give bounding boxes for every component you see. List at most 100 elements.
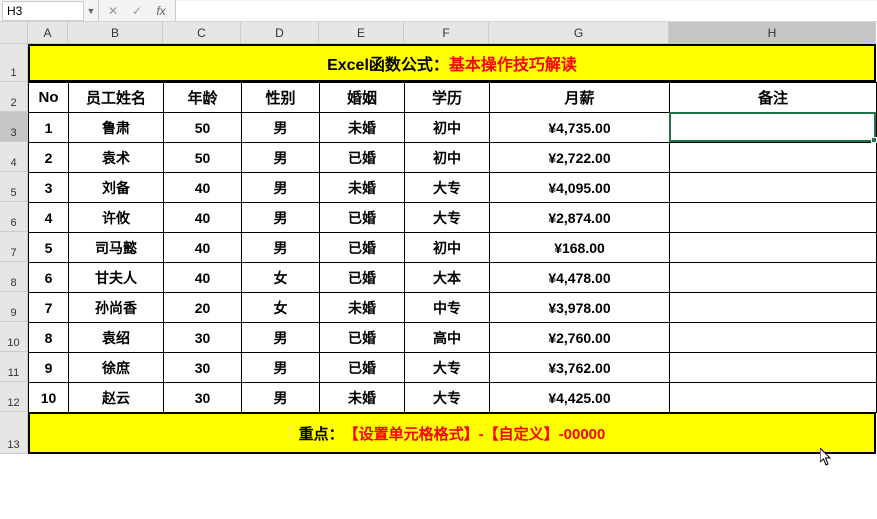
cell-salary[interactable]: ¥4,425.00 [490, 383, 670, 413]
cell-note[interactable] [670, 233, 877, 263]
cell-salary[interactable]: ¥2,874.00 [490, 203, 670, 233]
cell-gender[interactable]: 男 [242, 173, 320, 203]
cell-marital[interactable]: 未婚 [320, 113, 405, 143]
row-header-11[interactable]: 11 [0, 352, 28, 382]
cell-edu[interactable]: 大本 [405, 263, 490, 293]
cell-gender[interactable]: 女 [242, 263, 320, 293]
cell-age[interactable]: 30 [164, 353, 242, 383]
cell-name[interactable]: 赵云 [69, 383, 164, 413]
cell-no[interactable]: 10 [29, 383, 69, 413]
cell-no[interactable]: 6 [29, 263, 69, 293]
col-marital[interactable]: 婚姻 [320, 83, 405, 113]
cell-name[interactable]: 孙尚香 [69, 293, 164, 323]
cell-name[interactable]: 鲁肃 [69, 113, 164, 143]
cell-name[interactable]: 袁绍 [69, 323, 164, 353]
col-header-D[interactable]: D [241, 22, 319, 44]
cell-gender[interactable]: 男 [242, 203, 320, 233]
cell-gender[interactable]: 男 [242, 383, 320, 413]
cell-marital[interactable]: 已婚 [320, 353, 405, 383]
cell-no[interactable]: 5 [29, 233, 69, 263]
cell-edu[interactable]: 初中 [405, 143, 490, 173]
cell-salary[interactable]: ¥3,978.00 [490, 293, 670, 323]
cell-age[interactable]: 40 [164, 203, 242, 233]
col-header-B[interactable]: B [68, 22, 163, 44]
cell-note[interactable] [670, 353, 877, 383]
cell-marital[interactable]: 已婚 [320, 203, 405, 233]
cell-gender[interactable]: 女 [242, 293, 320, 323]
cell-no[interactable]: 9 [29, 353, 69, 383]
cell-edu[interactable]: 中专 [405, 293, 490, 323]
col-header-H[interactable]: H [669, 22, 876, 44]
col-gender[interactable]: 性别 [242, 83, 320, 113]
cell-salary[interactable]: ¥4,735.00 [490, 113, 670, 143]
cell-no[interactable]: 7 [29, 293, 69, 323]
cell-name[interactable]: 袁术 [69, 143, 164, 173]
title-row[interactable]: Excel函数公式： 基本操作技巧解读 [28, 44, 876, 82]
row-header-2[interactable]: 2 [0, 82, 28, 112]
cell-note[interactable] [670, 323, 877, 353]
cell-salary[interactable]: ¥4,478.00 [490, 263, 670, 293]
col-header-A[interactable]: A [28, 22, 68, 44]
cell-edu[interactable]: 大专 [405, 173, 490, 203]
cell-marital[interactable]: 未婚 [320, 173, 405, 203]
cell-no[interactable]: 4 [29, 203, 69, 233]
cell-note[interactable] [670, 113, 877, 143]
cell-gender[interactable]: 男 [242, 113, 320, 143]
cell-edu[interactable]: 初中 [405, 233, 490, 263]
cell-no[interactable]: 2 [29, 143, 69, 173]
row-header-6[interactable]: 6 [0, 202, 28, 232]
col-name[interactable]: 员工姓名 [69, 83, 164, 113]
row-header-12[interactable]: 12 [0, 382, 28, 412]
enter-button[interactable]: ✓ [125, 2, 149, 20]
row-header-7[interactable]: 7 [0, 232, 28, 262]
cell-edu[interactable]: 初中 [405, 113, 490, 143]
cell-name[interactable]: 徐庶 [69, 353, 164, 383]
col-header-C[interactable]: C [163, 22, 241, 44]
select-all-corner[interactable] [0, 22, 28, 44]
cell-edu[interactable]: 高中 [405, 323, 490, 353]
cell-age[interactable]: 50 [164, 113, 242, 143]
cell-no[interactable]: 3 [29, 173, 69, 203]
cell-salary[interactable]: ¥3,762.00 [490, 353, 670, 383]
cell-marital[interactable]: 已婚 [320, 233, 405, 263]
cell-name[interactable]: 许攸 [69, 203, 164, 233]
cell-salary[interactable]: ¥168.00 [490, 233, 670, 263]
cell-name[interactable]: 司马懿 [69, 233, 164, 263]
cell-note[interactable] [670, 263, 877, 293]
cell-marital[interactable]: 已婚 [320, 323, 405, 353]
col-header-E[interactable]: E [319, 22, 404, 44]
cell-salary[interactable]: ¥4,095.00 [490, 173, 670, 203]
cell-gender[interactable]: 男 [242, 143, 320, 173]
col-salary[interactable]: 月薪 [490, 83, 670, 113]
cell-marital[interactable]: 未婚 [320, 293, 405, 323]
cell-edu[interactable]: 大专 [405, 353, 490, 383]
cell-note[interactable] [670, 203, 877, 233]
cell-no[interactable]: 1 [29, 113, 69, 143]
col-no[interactable]: No [29, 83, 69, 113]
cell-note[interactable] [670, 173, 877, 203]
col-header-G[interactable]: G [489, 22, 669, 44]
cell-age[interactable]: 40 [164, 173, 242, 203]
row-header-9[interactable]: 9 [0, 292, 28, 322]
cell-marital[interactable]: 未婚 [320, 383, 405, 413]
cell-age[interactable]: 30 [164, 323, 242, 353]
col-header-F[interactable]: F [404, 22, 489, 44]
cell-edu[interactable]: 大专 [405, 383, 490, 413]
cell-age[interactable]: 30 [164, 383, 242, 413]
cell-no[interactable]: 8 [29, 323, 69, 353]
col-age[interactable]: 年龄 [164, 83, 242, 113]
cell-marital[interactable]: 已婚 [320, 143, 405, 173]
footer-row[interactable]: 重点： 【设置单元格格式】-【自定义】-00000 [28, 412, 876, 454]
cell-age[interactable]: 20 [164, 293, 242, 323]
cell-note[interactable] [670, 383, 877, 413]
row-header-1[interactable]: 1 [0, 44, 28, 82]
name-box-dropdown[interactable]: ▼ [84, 6, 98, 16]
cell-gender[interactable]: 男 [242, 353, 320, 383]
cell-age[interactable]: 40 [164, 233, 242, 263]
row-header-10[interactable]: 10 [0, 322, 28, 352]
cancel-button[interactable]: ✕ [101, 2, 125, 20]
fx-button[interactable]: fx [149, 2, 173, 20]
formula-input[interactable] [176, 1, 877, 21]
cell-salary[interactable]: ¥2,722.00 [490, 143, 670, 173]
row-header-8[interactable]: 8 [0, 262, 28, 292]
